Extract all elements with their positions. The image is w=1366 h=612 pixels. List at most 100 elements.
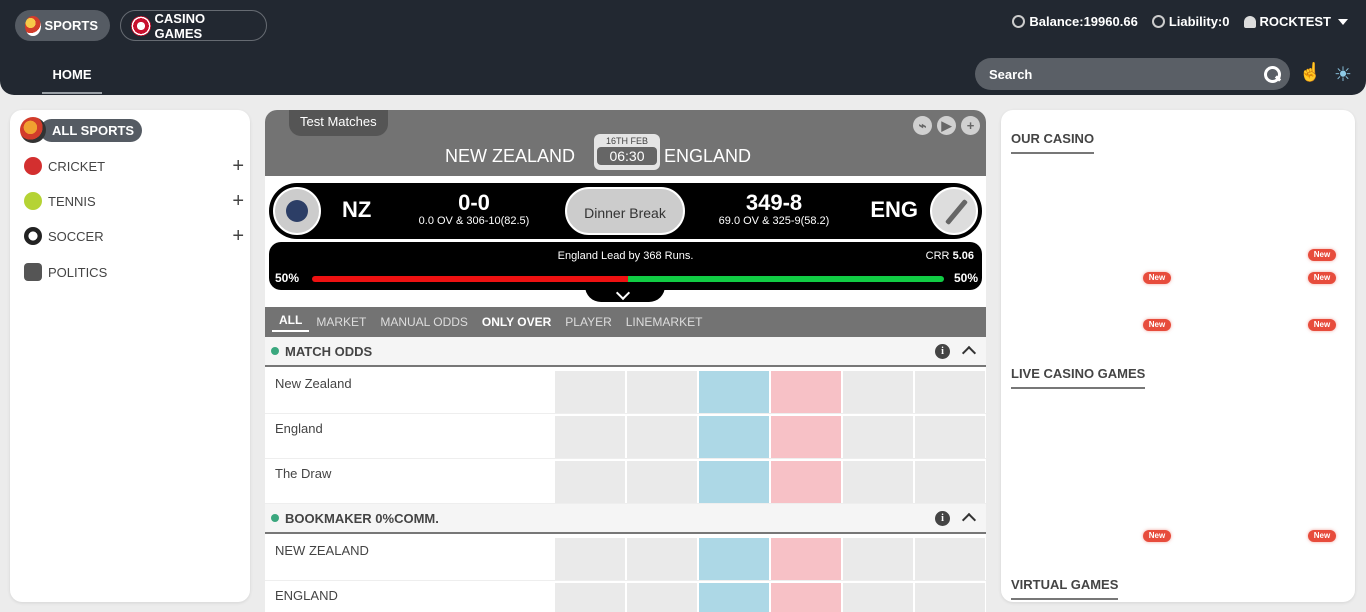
tab-market[interactable]: MARKET [309,315,373,329]
lay-odds-cell[interactable] [771,583,841,612]
lay-odds-cell[interactable] [843,371,913,413]
lay-odds-cell[interactable] [915,538,985,580]
back-odds-cell[interactable] [555,461,625,503]
sidebar-item-label: SOCCER [48,228,104,244]
info-icon[interactable]: i [935,511,950,526]
back-odds-cell[interactable] [699,371,769,413]
match-datetime: 16TH FEB 06:30 [594,134,660,170]
balance-icon [1012,15,1026,28]
team-a-name: NEW ZEALAND [445,146,576,166]
balance: Balance:19960.66 [1012,14,1138,29]
sports-sidebar: ALL SPORTS CRICKET + TENNIS + SOCCER + P… [10,110,250,602]
match-header-actions: ⌁ ▶ + [913,116,980,135]
casino-tab-label: CASINO GAMES [154,10,206,41]
lay-odds-cell[interactable] [915,416,985,458]
tab-linemarket[interactable]: LINEMARKET [619,315,710,329]
sports-tab-label: SPORTS [44,18,98,33]
search-icon[interactable] [1264,66,1281,83]
new-badge: New [1308,319,1336,331]
all-sports-button[interactable]: ALL SPORTS [20,117,143,143]
back-odds-cell[interactable] [555,416,625,458]
lay-odds-cell[interactable] [771,538,841,580]
theme-sun-icon[interactable]: ☀ [1334,62,1356,86]
match-date: 16TH FEB [605,136,648,146]
status-dot-icon [271,514,279,522]
team-a-score-detail: 0.0 OV & 306-10(82.5) [418,215,530,227]
market-tabs: ALL MARKET MANUAL ODDS ONLY OVER PLAYER … [265,307,986,337]
lay-odds-cell[interactable] [771,461,841,503]
lay-odds-cell[interactable] [915,583,985,612]
back-odds-cell[interactable] [627,461,697,503]
sidebar-item-soccer[interactable]: SOCCER + [24,224,244,248]
team-b-name: ENGLAND [664,146,752,166]
tab-manual-odds[interactable]: MANUAL ODDS [373,315,475,329]
casino-sidebar: OUR CASINO New New New New New LIVE CASI… [1001,110,1355,602]
back-odds-cell[interactable] [699,416,769,458]
match-category-tag: Test Matches [289,110,388,136]
expand-plus-icon[interactable]: + [232,190,244,213]
search-box[interactable] [975,58,1290,90]
status-dot-icon [271,347,279,355]
hand-pointer-icon[interactable]: ☝ [1299,62,1321,84]
home-tab[interactable]: HOME [42,58,102,94]
all-sports-label: ALL SPORTS [40,118,143,142]
back-odds-cell[interactable] [699,461,769,503]
sports-balls-icon [25,15,41,36]
current-run-rate: CRR 5.06 [925,250,974,262]
market-name: MATCH ODDS [285,343,373,359]
liability-icon [1151,15,1165,28]
casino-games-tab-button[interactable]: CASINO GAMES [120,10,267,41]
lay-odds-cell[interactable] [843,461,913,503]
back-odds-cell[interactable] [699,538,769,580]
back-odds-cell[interactable] [627,583,697,612]
expand-plus-icon[interactable]: + [232,225,244,248]
runner-name: England [275,421,323,436]
sidebar-item-tennis[interactable]: TENNIS + [24,189,244,213]
chevron-up-icon[interactable] [961,512,977,528]
lay-odds-cell[interactable] [915,461,985,503]
back-odds-cell[interactable] [699,583,769,612]
back-odds-cell[interactable] [627,371,697,413]
lay-odds-cell[interactable] [843,583,913,612]
cricket-ball-icon [273,187,321,235]
tab-only-over[interactable]: ONLY OVER [475,315,558,329]
table-row: ENGLAND [265,581,986,612]
stats-chart-icon[interactable]: ⌁ [913,116,932,135]
back-odds-cell[interactable] [555,371,625,413]
table-row: The Draw [265,459,986,504]
cricket-ball-icon [24,157,42,175]
runner-name: New Zealand [275,376,352,391]
chevron-up-icon[interactable] [961,345,977,361]
win-percent-left: 50% [275,271,300,285]
win-probability-bar [312,276,944,282]
back-odds-cell[interactable] [555,583,625,612]
sidebar-item-cricket[interactable]: CRICKET + [24,154,244,178]
tab-all[interactable]: ALL [272,313,310,332]
user-menu[interactable]: ROCKTEST [1243,14,1348,29]
virtual-games-heading: VIRTUAL GAMES [1011,577,1119,600]
runner-name: ENGLAND [275,588,338,603]
runner-name: The Draw [275,466,332,481]
lay-odds-cell[interactable] [771,371,841,413]
back-odds-cell[interactable] [627,538,697,580]
live-tv-icon[interactable]: ▶ [937,116,956,135]
info-icon[interactable]: i [935,344,950,359]
market-header-bookmaker[interactable]: BOOKMAKER 0%COMM. i [265,504,986,534]
lead-text: England Lead by 368 Runs. [557,250,694,262]
tab-player[interactable]: PLAYER [558,315,618,329]
expand-plus-icon[interactable]: + [232,155,244,178]
sports-tab-button[interactable]: SPORTS [15,10,110,41]
back-odds-cell[interactable] [627,416,697,458]
sidebar-item-politics[interactable]: POLITICS [24,260,244,284]
market-header-match-odds[interactable]: MATCH ODDS i [265,337,986,367]
lay-odds-cell[interactable] [915,371,985,413]
lay-odds-cell[interactable] [843,416,913,458]
add-plus-icon[interactable]: + [961,116,980,135]
lay-odds-cell[interactable] [771,416,841,458]
search-input[interactable] [989,66,1264,82]
scoreboard: NZ 0-0 0.0 OV & 306-10(82.5) Dinner Brea… [269,183,982,239]
expand-scoreboard-chevron-icon[interactable] [585,286,665,302]
lay-odds-cell[interactable] [843,538,913,580]
chevron-down-icon [1338,18,1348,25]
back-odds-cell[interactable] [555,538,625,580]
